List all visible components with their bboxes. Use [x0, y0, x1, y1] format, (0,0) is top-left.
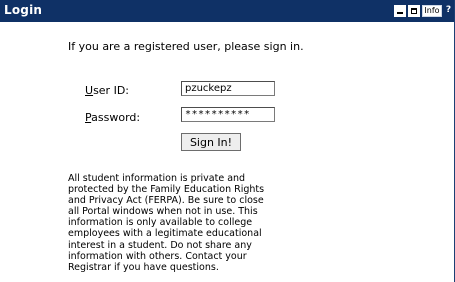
minimize-icon[interactable]: [394, 5, 406, 17]
password-input[interactable]: [181, 107, 275, 122]
privacy-notice: All student information is private and p…: [68, 173, 286, 273]
help-icon[interactable]: ?: [443, 5, 454, 17]
password-label-text: assword:: [91, 111, 141, 124]
user-id-accesskey: U: [85, 84, 94, 97]
notice-line: interest in a student. Do not share any: [68, 239, 252, 251]
notice-line: Registrar if you have questions.: [68, 261, 219, 273]
sign-in-button[interactable]: Sign In!: [181, 133, 241, 151]
maximize-icon[interactable]: [408, 5, 420, 17]
notice-line: information is only available to college: [68, 217, 253, 229]
user-id-label: User ID:: [85, 84, 129, 97]
notice-line: employees with a legitimate educational: [68, 228, 262, 240]
sign-in-intro: If you are a registered user, please sig…: [68, 40, 304, 53]
notice-line: All student information is private and: [68, 173, 246, 184]
user-id-label-text: ser ID:: [93, 84, 130, 97]
password-label: Password:: [85, 111, 140, 124]
notice-line: and Privacy Act (FERPA). Be sure to clos…: [68, 195, 264, 207]
notice-line: protected by the Family Education Rights: [68, 184, 265, 196]
window-title: Login: [4, 3, 43, 17]
login-portlet: Login Info ? If you are a registered use…: [0, 0, 455, 282]
titlebar: Login Info ?: [0, 0, 454, 22]
user-id-input[interactable]: [181, 81, 275, 96]
notice-line: all Portal windows when not in use. This: [68, 206, 258, 218]
notice-line: information with others. Contact your: [68, 250, 247, 262]
info-button[interactable]: Info: [422, 5, 442, 17]
